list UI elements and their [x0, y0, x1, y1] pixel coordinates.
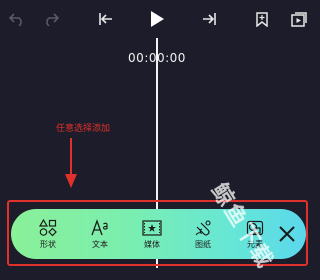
annotation-highlight-box: 形状 文本 媒体 图纸 元素	[7, 200, 308, 266]
add-text-button[interactable]: 文本	[82, 219, 118, 250]
text-icon	[91, 219, 108, 236]
undo-icon[interactable]	[6, 8, 28, 30]
play-icon[interactable]	[146, 8, 168, 30]
bookmark-add-icon[interactable]	[251, 8, 273, 30]
media-icon	[142, 220, 162, 236]
add-text-label: 文本	[92, 240, 108, 249]
add-media-label: 媒体	[144, 240, 160, 249]
annotation-arrow	[65, 138, 77, 188]
add-elements-label: 元素	[247, 240, 263, 249]
add-shape-label: 形状	[40, 240, 56, 249]
export-play-icon[interactable]	[288, 8, 310, 30]
shapes-icon	[39, 219, 57, 237]
drawing-icon	[195, 220, 211, 236]
annotation-note: 任意选择添加	[56, 124, 111, 134]
elements-icon	[246, 220, 264, 236]
skip-to-end-icon[interactable]	[198, 8, 220, 30]
top-toolbar	[0, 0, 314, 40]
close-button[interactable]	[276, 223, 298, 245]
add-drawing-label: 图纸	[195, 240, 211, 249]
add-panel: 形状 文本 媒体 图纸 元素	[11, 209, 306, 259]
skip-to-start-icon[interactable]	[95, 8, 117, 30]
add-elements-button[interactable]: 元素	[237, 219, 273, 250]
close-icon	[279, 226, 295, 242]
add-media-button[interactable]: 媒体	[134, 219, 170, 250]
redo-icon[interactable]	[40, 8, 62, 30]
add-shape-button[interactable]: 形状	[30, 219, 66, 250]
add-drawing-button[interactable]: 图纸	[185, 219, 221, 250]
